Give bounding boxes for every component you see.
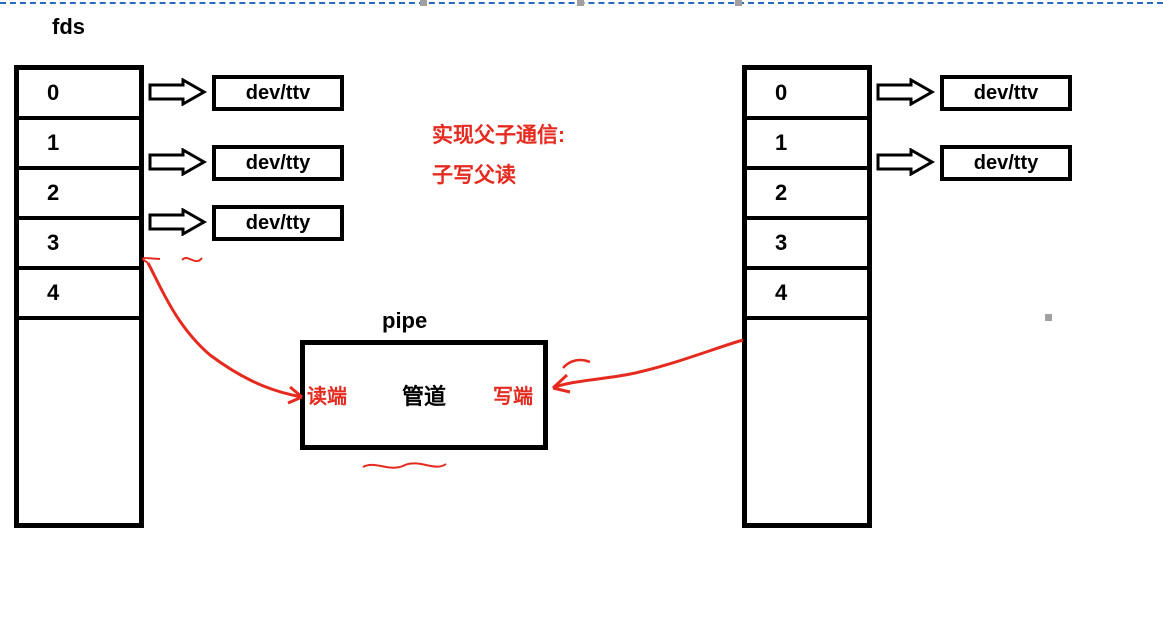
marker-dot [420,0,427,6]
red-scribble-under [360,458,450,481]
arrow-icon [148,78,208,106]
dev-tty-box: dev/ttv [940,75,1072,111]
left-fd-table: 0 1 2 3 4 [14,65,144,528]
fd-cell-empty [747,320,867,528]
fd-cell: 0 [747,70,867,120]
red-scribble [180,250,210,275]
fd-cell: 4 [747,270,867,320]
marker-dot [577,0,584,6]
diagram-canvas: fds 0 1 2 3 4 dev/ttv dev/tty dev/tty 实现… [0,0,1163,628]
fd-cell: 0 [19,70,139,120]
pipe-content-label: 管道 [402,379,446,411]
red-arrow-right [535,320,765,425]
fd-cell: 4 [19,270,139,320]
fds-title: fds [52,14,85,40]
arrow-icon [148,208,208,236]
fd-cell: 3 [747,220,867,270]
dev-tty-box: dev/tty [940,145,1072,181]
dev-tty-box: dev/ttv [212,75,344,111]
pipe-title: pipe [382,308,427,334]
marker-dot [735,0,742,6]
arrow-icon [876,148,936,176]
fd-cell: 2 [19,170,139,220]
message-line1: 实现父子通信: [432,116,565,156]
fd-cell-empty [19,320,139,528]
arrow-icon [148,148,208,176]
fd-cell: 3 [19,220,139,270]
dev-tty-box: dev/tty [212,145,344,181]
arrow-icon [876,78,936,106]
message-line2: 子写父读 [432,156,565,196]
fd-cell: 1 [19,120,139,170]
marker-dot [1045,314,1052,321]
right-fd-table: 0 1 2 3 4 [742,65,872,528]
red-arrow-left [140,255,340,420]
dev-tty-box: dev/tty [212,205,344,241]
message-text: 实现父子通信: 子写父读 [432,116,565,196]
fd-cell: 2 [747,170,867,220]
fd-cell: 1 [747,120,867,170]
